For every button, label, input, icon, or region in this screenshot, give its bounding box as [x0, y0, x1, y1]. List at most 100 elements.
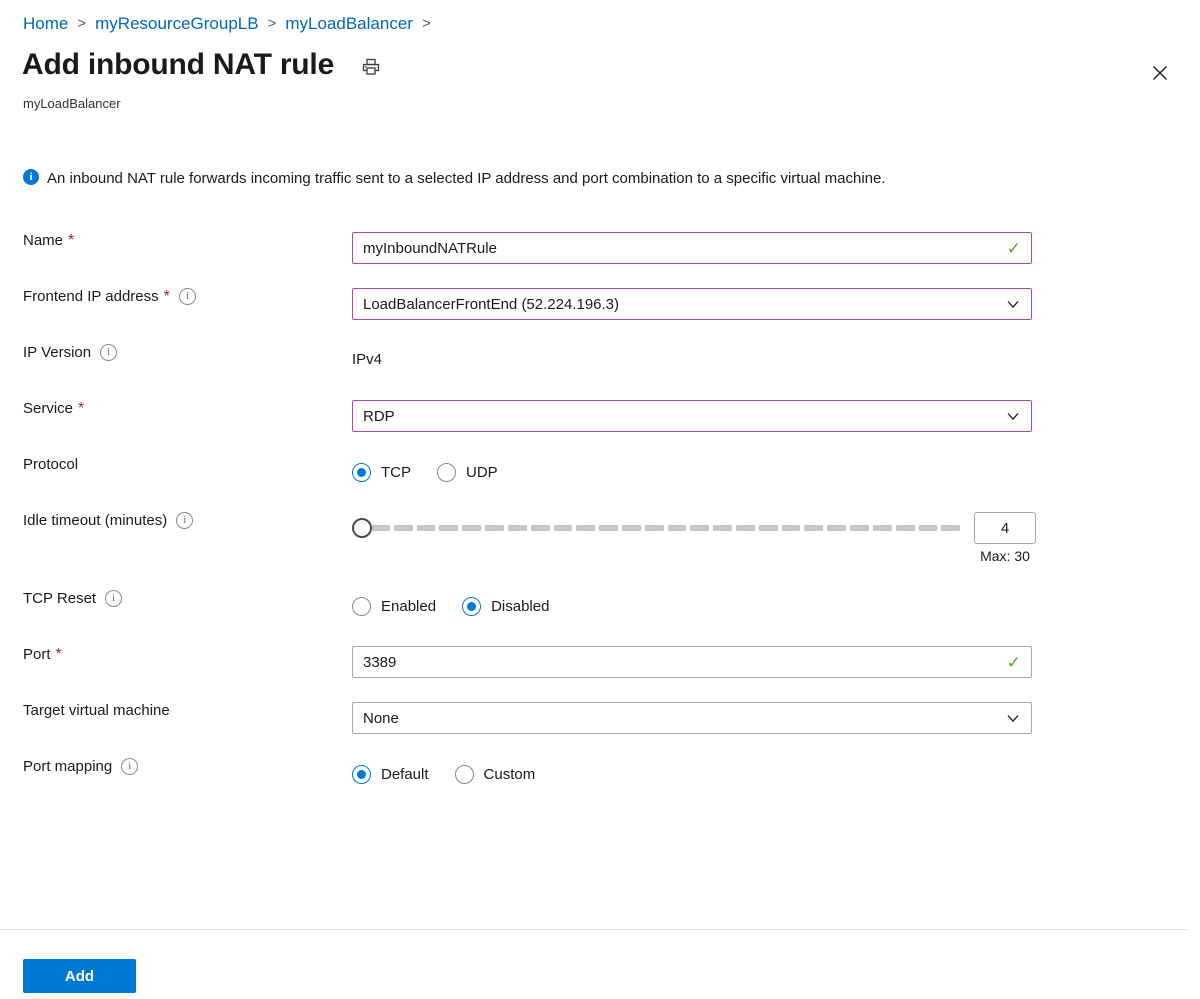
port-input-value: 3389 [363, 654, 1001, 671]
info-outline-icon[interactable]: i [105, 590, 122, 607]
radio-protocol-tcp[interactable]: TCP [352, 463, 411, 482]
label-frontend-ip-text: Frontend IP address [23, 288, 159, 305]
radio-indicator [352, 597, 371, 616]
port-mapping-radio-group: Default Custom [352, 758, 1200, 790]
name-input[interactable]: myInboundNATRule ✓ [352, 232, 1032, 264]
breadcrumb: Home > myResourceGroupLB > myLoadBalance… [23, 13, 440, 35]
slider-track [371, 525, 960, 531]
label-target-vm: Target virtual machine [0, 702, 352, 719]
breadcrumb-separator: > [422, 13, 431, 35]
tcp-reset-radio-group: Enabled Disabled [352, 590, 1200, 622]
add-button[interactable]: Add [23, 959, 136, 993]
label-port-mapping: Port mapping i [0, 758, 352, 775]
frontend-ip-value: LoadBalancerFrontEnd (52.224.196.3) [363, 296, 999, 313]
field-frontend-ip: LoadBalancerFrontEnd (52.224.196.3) [352, 288, 1200, 320]
field-ip-version: IPv4 [352, 344, 1200, 376]
info-filled-icon: i [23, 169, 39, 185]
radio-tcp-reset-disabled[interactable]: Disabled [462, 597, 549, 616]
checkmark-icon: ✓ [1007, 654, 1021, 671]
form-row-target-vm: Target virtual machine None [0, 702, 1200, 758]
required-asterisk: * [56, 647, 62, 663]
breadcrumb-separator: > [77, 13, 86, 35]
radio-protocol-udp-label: UDP [466, 464, 498, 481]
radio-indicator [455, 765, 474, 784]
radio-tcp-reset-enabled-label: Enabled [381, 598, 436, 615]
radio-port-mapping-custom[interactable]: Custom [455, 765, 536, 784]
label-idle-timeout-text: Idle timeout (minutes) [23, 512, 167, 529]
idle-timeout-value-input[interactable]: 4 [974, 512, 1036, 544]
label-name-text: Name [23, 232, 63, 249]
breadcrumb-separator: > [268, 13, 277, 35]
label-service-text: Service [23, 400, 73, 417]
chevron-down-icon [1005, 408, 1021, 424]
form-row-idle-timeout: Idle timeout (minutes) i 4 Max: 30 [0, 512, 1200, 590]
checkmark-icon: ✓ [1007, 240, 1021, 257]
radio-indicator [352, 463, 371, 482]
radio-indicator [352, 765, 371, 784]
service-dropdown[interactable]: RDP [352, 400, 1032, 432]
close-icon[interactable] [1144, 57, 1176, 89]
slider-thumb[interactable] [352, 518, 372, 538]
form-row-name: Name * myInboundNATRule ✓ [0, 232, 1200, 288]
label-tcp-reset-text: TCP Reset [23, 590, 96, 607]
field-protocol: TCP UDP [352, 456, 1200, 488]
form-row-tcp-reset: TCP Reset i Enabled Disabled [0, 590, 1200, 646]
form-row-frontend-ip: Frontend IP address * i LoadBalancerFron… [0, 288, 1200, 344]
frontend-ip-dropdown[interactable]: LoadBalancerFrontEnd (52.224.196.3) [352, 288, 1032, 320]
form-row-port-mapping: Port mapping i Default Custom [0, 758, 1200, 814]
target-vm-dropdown[interactable]: None [352, 702, 1032, 734]
idle-timeout-slider[interactable] [352, 512, 960, 544]
field-tcp-reset: Enabled Disabled [352, 590, 1200, 622]
required-asterisk: * [68, 233, 74, 249]
label-idle-timeout: Idle timeout (minutes) i [0, 512, 352, 529]
page-subtitle: myLoadBalancer [23, 96, 121, 111]
breadcrumb-item-home[interactable]: Home [23, 13, 68, 35]
chevron-down-icon [1005, 296, 1021, 312]
name-input-value: myInboundNATRule [363, 240, 1001, 257]
label-protocol-text: Protocol [23, 456, 78, 473]
form-row-service: Service * RDP [0, 400, 1200, 456]
form-row-ip-version: IP Version i IPv4 [0, 344, 1200, 400]
nat-rule-form: Name * myInboundNATRule ✓ Frontend IP ad… [0, 232, 1200, 814]
info-outline-icon[interactable]: i [176, 512, 193, 529]
label-service: Service * [0, 400, 352, 417]
idle-timeout-slider-wrap: 4 [352, 512, 1200, 544]
radio-protocol-tcp-label: TCP [381, 464, 411, 481]
form-row-port: Port * 3389 ✓ [0, 646, 1200, 702]
field-port: 3389 ✓ [352, 646, 1200, 678]
label-ip-version-text: IP Version [23, 344, 91, 361]
radio-indicator [437, 463, 456, 482]
radio-port-mapping-default-label: Default [381, 766, 429, 783]
footer-divider [0, 929, 1188, 930]
label-protocol: Protocol [0, 456, 352, 473]
radio-protocol-udp[interactable]: UDP [437, 463, 498, 482]
radio-indicator [462, 597, 481, 616]
radio-tcp-reset-disabled-label: Disabled [491, 598, 549, 615]
label-port: Port * [0, 646, 352, 663]
label-frontend-ip: Frontend IP address * i [0, 288, 352, 305]
label-tcp-reset: TCP Reset i [0, 590, 352, 607]
radio-port-mapping-default[interactable]: Default [352, 765, 429, 784]
info-outline-icon[interactable]: i [100, 344, 117, 361]
label-target-vm-text: Target virtual machine [23, 702, 170, 719]
port-input[interactable]: 3389 ✓ [352, 646, 1032, 678]
breadcrumb-item-resource-group[interactable]: myResourceGroupLB [95, 13, 258, 35]
printer-icon[interactable] [356, 52, 386, 82]
label-name: Name * [0, 232, 352, 249]
field-target-vm: None [352, 702, 1200, 734]
label-port-text: Port [23, 646, 51, 663]
protocol-radio-group: TCP UDP [352, 456, 1200, 488]
radio-tcp-reset-enabled[interactable]: Enabled [352, 597, 436, 616]
label-port-mapping-text: Port mapping [23, 758, 112, 775]
info-outline-icon[interactable]: i [179, 288, 196, 305]
field-port-mapping: Default Custom [352, 758, 1200, 790]
required-asterisk: * [164, 289, 170, 305]
idle-timeout-max-note: Max: 30 [974, 548, 1036, 564]
breadcrumb-item-load-balancer[interactable]: myLoadBalancer [285, 13, 413, 35]
required-asterisk: * [78, 401, 84, 417]
info-outline-icon[interactable]: i [121, 758, 138, 775]
radio-port-mapping-custom-label: Custom [484, 766, 536, 783]
ip-version-value: IPv4 [352, 344, 1200, 376]
page-title: Add inbound NAT rule [22, 48, 334, 82]
page-header: Add inbound NAT rule [22, 48, 386, 82]
